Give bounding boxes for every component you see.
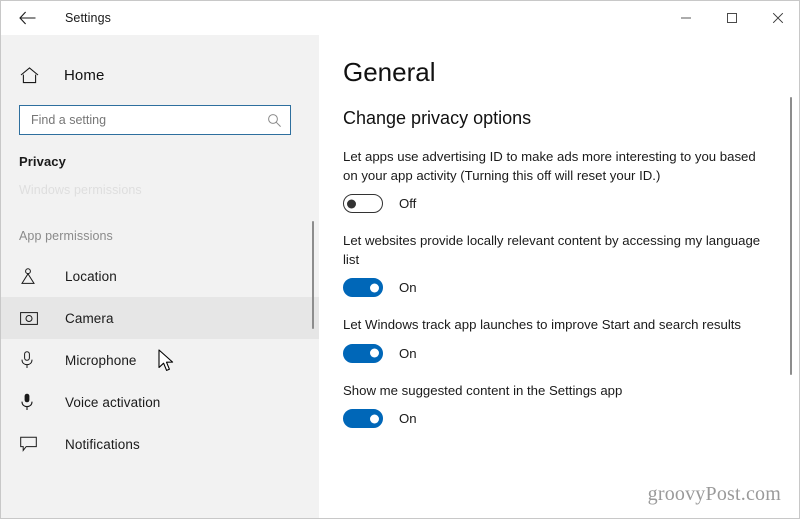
sidebar-group-app-permissions: App permissions [19,229,113,243]
sidebar-item-label: Camera [65,310,114,326]
sidebar-item-label: Location [65,268,117,284]
setting-description: Let apps use advertising ID to make ads … [343,149,756,183]
setting-suggested-content: Show me suggested content in the Setting… [343,382,773,428]
search-icon[interactable] [267,113,282,128]
window-controls [663,1,799,34]
title-bar: Settings [1,1,799,35]
sidebar-item-label: Microphone [65,352,137,368]
toggle-state-label: On [399,411,417,426]
toggle-row: On [343,278,773,297]
sidebar-item-camera[interactable]: Camera [1,297,319,339]
microphone-icon [20,351,42,369]
toggle-knob [370,348,379,358]
minimize-icon [681,17,691,18]
sidebar-item-microphone[interactable]: Microphone [1,339,319,381]
sidebar-item-label: Voice activation [65,394,161,410]
window-title: Settings [65,11,111,25]
close-button[interactable] [755,1,799,34]
back-button[interactable] [5,2,49,34]
sidebar-item-notifications[interactable]: Notifications [1,423,319,465]
setting-app-launch-tracking: Let Windows track app launches to improv… [343,316,773,363]
back-arrow-icon [18,11,35,25]
home-icon [20,66,42,84]
setting-advertising-id: Let apps use advertising ID to make ads … [343,148,773,213]
sidebar-category: Privacy [19,154,66,169]
settings-window: Settings Home Find a setting Privacy Win… [0,0,800,519]
toggle-knob [370,414,379,423]
toggle-row: On [343,409,773,428]
advertising-id-toggle[interactable] [343,194,383,213]
location-icon [20,267,42,285]
toggle-row: On [343,343,773,363]
toggle-state-label: On [399,280,417,295]
language-list-toggle[interactable] [343,278,383,297]
sidebar: Home Privacy Windows permissions App per… [1,35,319,518]
app-launch-tracking-toggle[interactable] [343,343,383,363]
toggle-knob [370,283,379,292]
close-icon [772,12,784,23]
sidebar-group-windows-permissions: Windows permissions [19,183,142,197]
setting-language-list: Let websites provide locally relevant co… [343,232,773,297]
page-title: General [343,57,436,87]
toggle-knob [347,199,356,208]
home-label: Home [64,66,105,84]
maximize-button[interactable] [709,1,755,34]
sidebar-item-label: Notifications [65,436,140,452]
sidebar-item-location[interactable]: Location [1,255,319,297]
voice-activation-icon [20,393,42,411]
suggested-content-toggle[interactable] [343,409,383,428]
search-input[interactable] [31,113,263,127]
content-scrollbar-thumb[interactable] [790,97,792,375]
section-heading: Change privacy options [343,108,532,128]
sidebar-item-home[interactable]: Home [1,55,319,95]
setting-description: Show me suggested content in the Setting… [343,382,623,398]
camera-icon [20,311,42,326]
toggle-state-label: Off [399,196,417,211]
search-box[interactable] [19,105,291,135]
maximize-icon [727,12,737,23]
setting-description: Let websites provide locally relevant co… [343,233,761,267]
setting-description: Let Windows track app launches to improv… [343,317,742,332]
minimize-button[interactable] [663,1,709,34]
content-scrollbar[interactable] [786,35,796,518]
notifications-icon [20,436,42,452]
main-content: General Change privacy options Let apps … [319,35,799,518]
sidebar-item-voice-activation[interactable]: Voice activation [1,381,319,423]
sidebar-scrollbar[interactable] [309,35,317,518]
sidebar-scrollbar-thumb[interactable] [312,221,314,329]
toggle-row: Off [343,194,773,213]
toggle-state-label: On [399,345,417,361]
sidebar-nav-list: Location Camera Microphone Voice activat… [1,255,319,465]
